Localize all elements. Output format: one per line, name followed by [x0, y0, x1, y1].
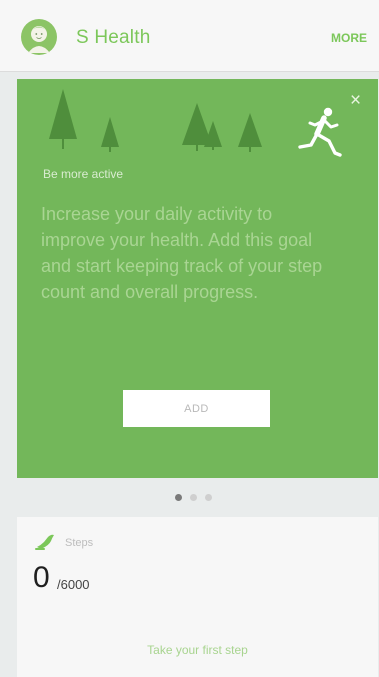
profile-avatar[interactable]	[21, 19, 57, 55]
steps-card[interactable]: Steps 0 /6000 Take your first step	[17, 517, 378, 677]
steps-label: Steps	[65, 537, 94, 549]
tree-icon	[238, 113, 262, 152]
take-first-step-link[interactable]: Take your first step	[17, 643, 378, 657]
shoe-icon	[35, 534, 54, 550]
steps-goal: /6000	[57, 577, 90, 592]
close-icon[interactable]: ×	[350, 91, 361, 110]
app-header: S Health MORE	[0, 0, 379, 72]
page-dot-3[interactable]	[205, 494, 212, 501]
steps-count: 0	[33, 561, 50, 594]
tree-icon	[101, 117, 119, 152]
runner-icon	[298, 107, 342, 157]
person-icon	[28, 26, 50, 53]
page-dot-1[interactable]	[175, 494, 182, 501]
be-more-active-card: × Be more active Increase your daily act…	[17, 79, 378, 478]
more-button[interactable]: MORE	[331, 31, 367, 45]
card-description: Increase your daily activity to improve …	[41, 204, 323, 302]
app-title: S Health	[76, 27, 151, 48]
card-subtitle: Be more active	[43, 167, 124, 181]
page-dot-2[interactable]	[190, 494, 197, 501]
tree-icon	[49, 89, 77, 149]
add-button[interactable]: ADD	[123, 390, 270, 427]
